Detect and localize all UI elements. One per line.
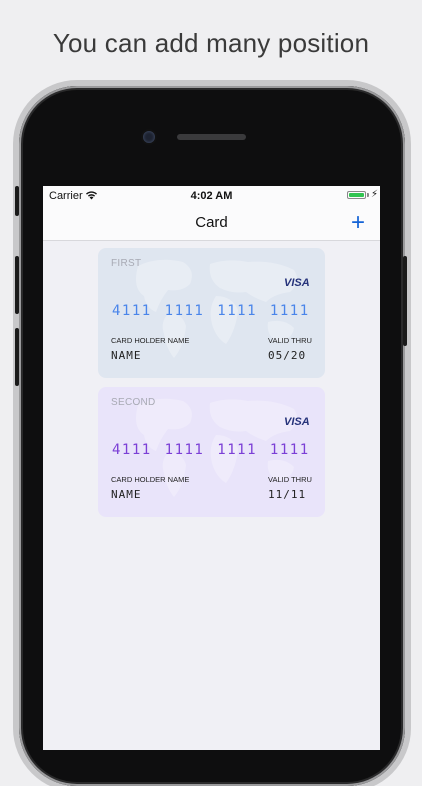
visa-logo: VISA — [284, 277, 310, 289]
battery-icon — [347, 191, 366, 199]
clock: 4:02 AM — [190, 190, 233, 202]
card-holder-label: CARD HOLDER NAME — [111, 475, 190, 484]
card-name: FIRST — [111, 258, 142, 269]
app-screen: Carrier 4:02 AM ⚡ Card + FIRST VISA 4111… — [43, 186, 380, 750]
add-card-button[interactable]: + — [343, 208, 373, 238]
card-number: 4111 1111 1111 1111 — [112, 303, 310, 319]
mute-switch — [15, 186, 19, 216]
valid-thru-label: VALID THRU — [268, 475, 312, 484]
earpiece-speaker — [177, 134, 246, 140]
card-second[interactable]: SECOND VISA 4111 1111 1111 1111 CARD HOL… — [98, 387, 325, 517]
card-expiry: 11/11 — [268, 488, 307, 501]
card-holder-label: CARD HOLDER NAME — [111, 336, 190, 345]
card-number: 4111 1111 1111 1111 — [112, 442, 310, 458]
visa-logo: VISA — [284, 416, 310, 428]
card-expiry: 05/20 — [268, 349, 307, 362]
charging-icon: ⚡ — [371, 189, 379, 200]
promo-headline: You can add many position — [52, 28, 370, 58]
volume-down-button — [15, 328, 19, 386]
power-button — [403, 256, 407, 346]
page-title: Card — [195, 214, 228, 231]
card-holder-name: NAME — [111, 349, 142, 362]
navigation-bar: Card + — [43, 206, 380, 241]
volume-up-button — [15, 256, 19, 314]
card-holder-name: NAME — [111, 488, 142, 501]
valid-thru-label: VALID THRU — [268, 336, 312, 345]
battery-tip — [367, 193, 369, 197]
status-bar: Carrier 4:02 AM ⚡ — [43, 186, 380, 206]
card-name: SECOND — [111, 397, 156, 408]
front-camera — [143, 131, 155, 143]
card-first[interactable]: FIRST VISA 4111 1111 1111 1111 CARD HOLD… — [98, 248, 325, 378]
